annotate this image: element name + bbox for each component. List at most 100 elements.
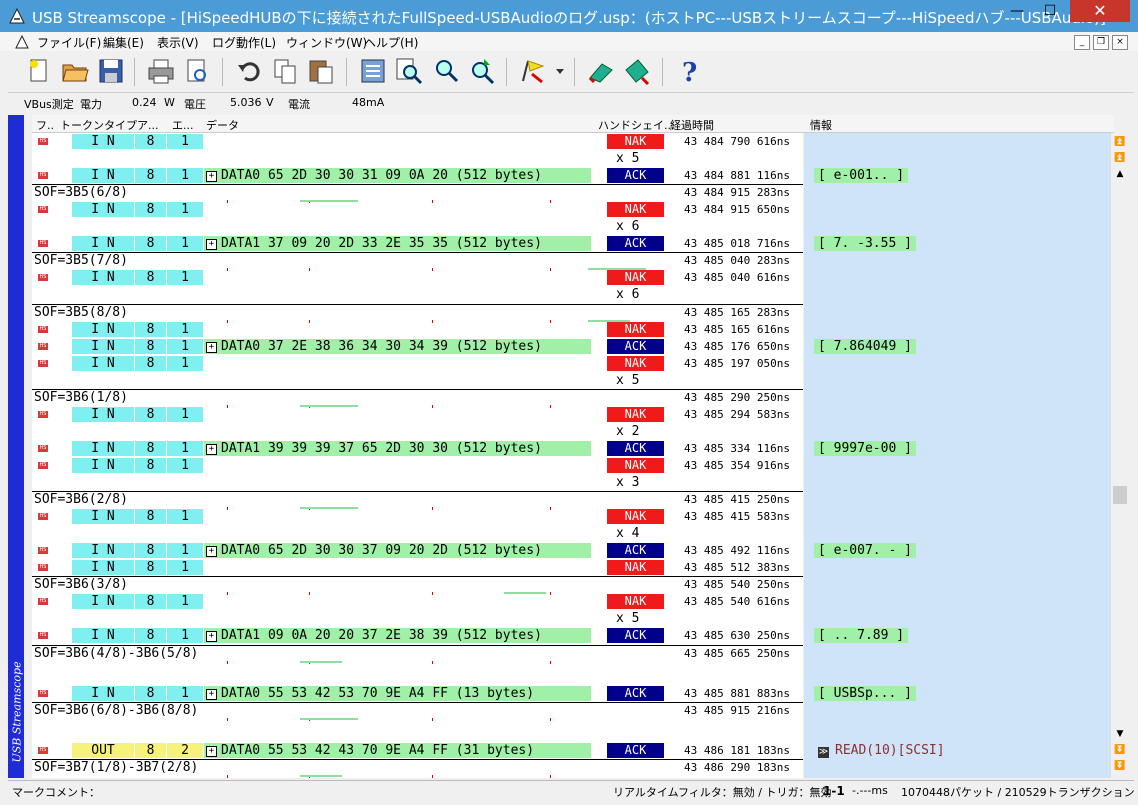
table-row[interactable]: x 4 <box>32 525 803 542</box>
expand-icon[interactable]: + <box>206 342 217 353</box>
table-row[interactable]: HS I N 8 1 NAK 43 485 540 616ns <box>32 593 803 610</box>
settings-icon[interactable] <box>358 56 388 86</box>
col-header-handshake[interactable]: ハンドシェイ... <box>598 117 675 133</box>
table-row[interactable]: HS I N 8 1 + DATA1 39 39 39 37 65 2D 30 30 (5… <box>32 440 803 457</box>
table-row[interactable]: SOF=3B6(6/8)-3B6(8/8) 43 485 915 216ns <box>32 702 803 721</box>
col-header-data[interactable]: データ <box>206 117 239 133</box>
table-row[interactable]: HS I N 8 1 + DATA0 65 2D 30 30 31 09 0A 20 (5… <box>32 167 803 184</box>
table-row[interactable]: HS I N 8 1 + DATA1 09 0A 20 20 37 2E 38 39 (5… <box>32 627 803 644</box>
data-cell[interactable]: + DATA0 65 2D 30 30 37 09 20 2D (512 byte… <box>204 543 591 558</box>
menu-window[interactable]: ウィンドウ(W) <box>286 34 367 51</box>
table-row[interactable]: HS OUT 8 2 + DATA0 55 53 42 43 70 9E A4 FF (3… <box>32 742 803 759</box>
table-row[interactable]: HS I N 8 1 + DATA1 37 09 20 2D 33 2E 35 35 (5… <box>32 235 803 252</box>
maximize-button[interactable]: ☐ <box>1033 0 1067 22</box>
scroll-page-up-icon[interactable]: ⏫ <box>1113 151 1127 165</box>
table-row[interactable]: HS I N 8 1 + DATA0 65 2D 30 30 37 09 20 2D (5… <box>32 542 803 559</box>
minimize-button[interactable]: — <box>1001 0 1033 22</box>
open-folder-icon[interactable] <box>60 56 90 86</box>
print-icon[interactable] <box>146 56 176 86</box>
table-row[interactable]: SOF=3B7(1/8)-3B7(2/8) 43 486 290 183ns <box>32 759 803 778</box>
table-row[interactable]: x 5 <box>32 372 803 389</box>
table-row[interactable]: HS I N 8 1 NAK 43 485 197 050ns <box>32 355 803 372</box>
data-cell[interactable]: + DATA1 37 09 20 2D 33 2E 35 35 (512 byte… <box>204 236 591 251</box>
table-row[interactable]: HS I N 8 1 NAK 43 485 354 916ns <box>32 457 803 474</box>
mdi-restore-button[interactable]: ❐ <box>1093 35 1109 50</box>
menu-file[interactable]: ファイル(F) <box>37 34 101 51</box>
table-row[interactable]: HS I N 8 1 NAK 43 484 790 616ns <box>32 133 803 150</box>
scroll-thumb[interactable] <box>1113 486 1127 504</box>
expand-icon[interactable]: + <box>206 689 217 700</box>
scroll-bottom-icon[interactable]: ⏬ <box>1113 759 1127 773</box>
table-row[interactable]: SOF=3B6(1/8) 43 485 290 250ns <box>32 389 803 408</box>
col-header-addr[interactable]: ア... <box>137 117 159 133</box>
scroll-down-icon[interactable]: ▼ <box>1113 727 1127 741</box>
scroll-up-icon[interactable]: ▲ <box>1113 167 1127 181</box>
search-icon[interactable] <box>394 56 424 86</box>
table-row[interactable]: SOF=3B5(6/8) 43 484 915 283ns <box>32 184 803 203</box>
scroll-top-icon[interactable]: ⏫ <box>1113 135 1127 149</box>
scroll-page-down-icon[interactable]: ⏬ <box>1113 743 1127 757</box>
table-row[interactable]: SOF=3B6(4/8)-3B6(5/8) 43 485 665 250ns <box>32 645 803 664</box>
table-row[interactable]: x 6 <box>32 218 803 235</box>
undo-icon[interactable] <box>234 56 264 86</box>
mdi-minimize-button[interactable]: _ <box>1074 35 1090 50</box>
search-next-icon[interactable] <box>466 56 496 86</box>
data-cell[interactable]: + DATA0 55 53 42 43 70 9E A4 FF (31 bytes… <box>204 743 591 758</box>
print-preview-icon[interactable] <box>182 56 212 86</box>
packet-list[interactable]: HS I N 8 1 NAK 43 484 790 616ns x 5 HS I N 8 1 + DAT… <box>32 133 803 778</box>
data-cell[interactable]: + DATA0 65 2D 30 30 31 09 0A 20 (512 byte… <box>204 168 591 183</box>
table-row[interactable]: HS I N 8 1 NAK 43 485 294 583ns <box>32 406 803 423</box>
vertical-scrollbar[interactable]: ⏫ ⏫ ▲ ▼ ⏬ ⏬ <box>1110 133 1129 778</box>
table-row[interactable]: x 5 <box>32 610 803 627</box>
table-row[interactable]: HS I N 8 1 + DATA0 55 53 42 53 70 9E A4 FF (1… <box>32 685 803 702</box>
search-back-icon[interactable] <box>430 56 460 86</box>
col-header-frame[interactable]: フ.. <box>36 117 54 133</box>
marker-prev-icon[interactable] <box>586 56 616 86</box>
table-row[interactable]: HS <box>32 776 803 778</box>
data-cell[interactable]: + DATA0 55 53 42 53 70 9E A4 FF (13 bytes… <box>204 686 591 701</box>
copy-icon[interactable] <box>270 56 300 86</box>
col-header-token[interactable]: トークンタイプ <box>60 117 137 133</box>
close-button[interactable]: ✕ <box>1070 0 1130 22</box>
table-row[interactable]: SOF=3B5(7/8) 43 485 040 283ns <box>32 252 803 271</box>
col-header-info[interactable]: 情報 <box>810 117 832 133</box>
data-cell[interactable]: + DATA1 39 39 39 37 65 2D 30 30 (512 byte… <box>204 441 591 456</box>
help-icon[interactable]: ? <box>674 56 704 86</box>
expand-icon[interactable]: + <box>206 631 217 642</box>
table-row[interactable]: HS I N 8 1 NAK 43 485 165 616ns <box>32 321 803 338</box>
table-row[interactable]: HS I N 8 1 NAK 43 485 512 383ns <box>32 559 803 576</box>
menu-help[interactable]: ヘルプ(H) <box>364 34 418 51</box>
table-row[interactable]: SOF=3B6(2/8) 43 485 415 250ns <box>32 491 803 510</box>
new-file-icon[interactable] <box>24 56 54 86</box>
expand-icon[interactable]: + <box>206 546 217 557</box>
mdi-close-button[interactable]: × <box>1112 35 1128 50</box>
expand-icon[interactable]: + <box>206 444 217 455</box>
col-header-ep[interactable]: エ... <box>172 117 194 133</box>
expand-icon[interactable]: + <box>206 171 217 182</box>
menu-view[interactable]: 表示(V) <box>157 34 199 51</box>
data-cell[interactable]: + DATA1 09 0A 20 20 37 2E 38 39 (512 byte… <box>204 628 591 643</box>
table-row[interactable]: HS I N 8 1 + DATA0 37 2E 38 36 34 30 34 39 (5… <box>32 338 803 355</box>
table-row[interactable]: SOF=3B6(3/8) 43 485 540 250ns <box>32 576 803 595</box>
menu-edit[interactable]: 編集(E) <box>103 34 144 51</box>
table-row[interactable]: x 2 <box>32 423 803 440</box>
data-cell[interactable]: + DATA0 37 2E 38 36 34 30 34 39 (512 byte… <box>204 339 591 354</box>
timeline-tick <box>227 661 228 664</box>
table-row[interactable]: HS I N 8 1 NAK 43 485 040 616ns <box>32 269 803 286</box>
endpoint-cell: 1 <box>167 458 203 473</box>
table-row[interactable]: HS I N 8 1 NAK 43 484 915 650ns <box>32 201 803 218</box>
table-row[interactable]: x 5 <box>32 150 803 167</box>
flag-icon[interactable] <box>518 56 548 86</box>
col-header-time[interactable]: 経過時間 <box>670 117 714 133</box>
menu-log[interactable]: ログ動作(L) <box>212 34 276 51</box>
expand-icon[interactable]: + <box>206 746 217 757</box>
dropdown-icon[interactable] <box>554 56 566 86</box>
expand-icon[interactable]: + <box>206 239 217 250</box>
marker-next-icon[interactable] <box>622 56 652 86</box>
save-icon[interactable] <box>96 56 126 86</box>
table-row[interactable]: x 6 <box>32 286 803 303</box>
table-row[interactable]: x 3 <box>32 474 803 491</box>
paste-icon[interactable] <box>306 56 336 86</box>
table-row[interactable]: SOF=3B5(8/8) 43 485 165 283ns <box>32 304 803 323</box>
table-row[interactable]: HS I N 8 1 NAK 43 485 415 583ns <box>32 508 803 525</box>
